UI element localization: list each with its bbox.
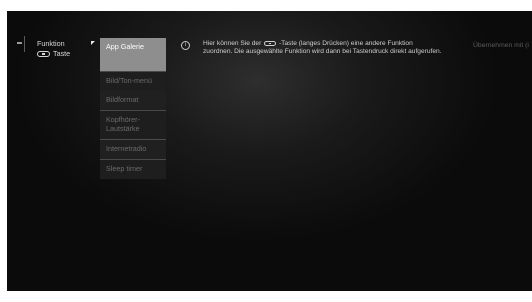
previous-menu-column xyxy=(7,36,25,52)
info-circle-icon: i xyxy=(181,41,190,50)
button-key-icon xyxy=(37,50,50,57)
tv-menu-screen: Funktion Taste App Galerie Bild/Ton-menü… xyxy=(7,11,532,291)
function-options-menu: App Galerie Bild/Ton-menü Bildformat Kop… xyxy=(100,38,166,179)
menu-item-sleep-timer[interactable]: Sleep timer xyxy=(100,159,166,179)
function-label-line2: Taste xyxy=(53,49,71,58)
apply-hint: Übernehmen mit (i xyxy=(473,42,529,49)
button-key-icon xyxy=(264,40,277,46)
menu-item-bildformat[interactable]: Bildformat xyxy=(100,91,166,110)
info-description: Hier können Sie der -Taste (langes Drück… xyxy=(203,40,443,56)
function-label-line1: Funktion xyxy=(37,39,65,48)
function-setting-label[interactable]: Funktion Taste xyxy=(37,39,99,58)
menu-item-kopfhoerer-lautstaerke[interactable]: Kopfhörer-Lautstärke xyxy=(100,110,166,139)
menu-item-bild-ton-menu[interactable]: Bild/Ton-menü xyxy=(100,71,166,91)
corner-arrow-icon xyxy=(91,41,95,45)
menu-item-internetradio[interactable]: Internetradio xyxy=(100,139,166,159)
menu-item-app-galerie[interactable]: App Galerie xyxy=(100,38,166,71)
menu-marker-icon xyxy=(17,42,22,44)
info-text-part1: Hier können Sie der xyxy=(203,40,262,47)
